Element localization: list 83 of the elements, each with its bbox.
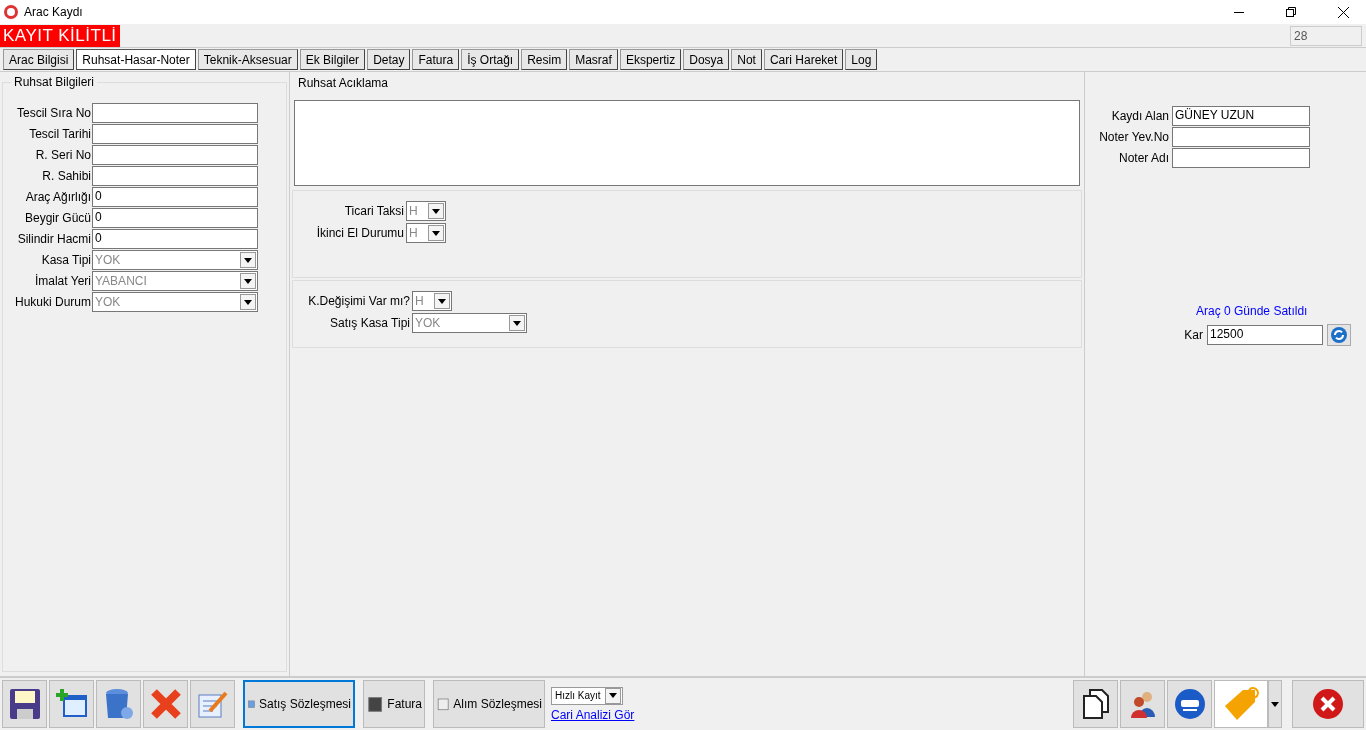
field-label: Satış Kasa Tipi [328,316,410,330]
field-label: Kar [1183,328,1203,342]
trash-button[interactable] [96,680,141,728]
copy-icon [1080,688,1111,720]
restore-icon [1286,7,1296,17]
input-field[interactable]: 0 [92,229,258,249]
tab[interactable]: Resim [521,49,568,70]
input-field[interactable] [92,145,258,165]
field-label: Ticari Taksi [343,204,404,218]
dropdown-arrow-icon [244,257,252,263]
field-label: İkinci El Durumu [315,226,404,240]
lock-banner: KAYIT KİLİTLİ [0,24,120,47]
input-field[interactable] [1172,127,1310,147]
input-field[interactable] [92,166,258,186]
dropdown-arrow-icon [432,230,440,236]
dropdown-arrow-icon [609,693,617,698]
memo-field[interactable] [294,100,1080,186]
car-service-button[interactable] [1167,680,1212,728]
tab[interactable]: Log [845,49,878,70]
tab[interactable]: Ek Bilgiler [299,49,366,70]
close-form-button[interactable] [1292,680,1364,728]
dropdown-arrow-icon [432,208,440,214]
field-label: Araç Ağırlığı [24,190,91,204]
field-label: Noter Yev.No [1098,130,1169,144]
toolbar-button[interactable]: Satış Sözleşmesi [243,680,355,728]
copy-button[interactable] [1073,680,1118,728]
cancel-button[interactable] [143,680,188,728]
close-icon [1337,6,1349,18]
tag-menu-button[interactable] [1268,680,1282,728]
group-title: Ruhsat Bilgileri [11,75,98,89]
save-button[interactable] [2,680,47,728]
tab[interactable]: Dosya [683,49,730,70]
field-label: R. Sahibi [41,169,91,183]
toolbar-button[interactable]: Alım Sözleşmesi [433,680,545,728]
record-number-field: 28 [1290,25,1362,46]
tab[interactable]: Ruhsat-Hasar-Noter [76,49,196,70]
toolbar-button[interactable]: Fatura [363,680,425,728]
input-field[interactable] [92,124,258,144]
input-field[interactable] [92,103,258,123]
tab[interactable]: Not [731,49,762,70]
field-label: Tescil Sıra No [15,106,91,120]
close-icon [1312,688,1344,720]
input-field[interactable]: 12500 [1207,325,1323,345]
tab[interactable]: Ekspertiz [619,49,682,70]
field-label: Tescil Tarihi [28,127,91,141]
app-logo-icon [4,5,18,19]
dropdown-arrow-icon [438,298,446,304]
field-label: Kaydı Alan [1110,109,1169,123]
dropdown-arrow-icon [1271,701,1279,707]
field-label: Hukuki Durum [13,295,91,309]
tab[interactable]: Masraf [569,49,618,70]
dropdown-arrow-icon [513,320,521,326]
quick-select-dropdown[interactable]: Hızlı Kayıt [551,686,623,705]
field-label: Silindir Hacmi [16,232,91,246]
field-label: K.Değişimi Var mı? [307,294,410,308]
tab[interactable]: Arac Bilgisi [3,49,75,70]
new-record-button[interactable] [49,680,94,728]
tab[interactable]: İş Ortağı [461,49,520,70]
edit-button[interactable] [190,680,235,728]
input-field[interactable]: GÜNEY UZUN [1172,106,1310,126]
tab[interactable]: Teknik-Aksesuar [197,49,298,70]
field-label: Beygir Gücü [23,211,91,225]
tab[interactable]: Cari Hareket [763,49,844,70]
refresh-icon [1330,326,1348,344]
dropdown-arrow-icon [244,299,252,305]
dropdown-arrow-icon [244,278,252,284]
sold-note: Araç 0 Günde Satıldı [1196,304,1309,318]
cross-icon [148,687,183,721]
field-label: Kasa Tipi [40,253,91,267]
input-field[interactable] [1172,148,1310,168]
refresh-button[interactable] [1327,324,1351,346]
users-button[interactable] [1120,680,1165,728]
window-title: Arac Kaydı [24,5,84,19]
minimize-icon [1234,11,1244,13]
field-label: R. Seri No [34,148,91,162]
customer-analysis-link[interactable]: Cari Analizi Gör [551,707,635,722]
field-label: Noter Adı [1117,151,1169,165]
tab[interactable]: Detay [367,49,411,70]
field-label: İmalat Yeri [33,274,91,288]
tab[interactable]: Fatura [412,49,460,70]
input-field[interactable]: 0 [92,208,258,228]
section-title: Ruhsat Acıklama [297,76,390,90]
input-field[interactable]: 0 [92,187,258,207]
